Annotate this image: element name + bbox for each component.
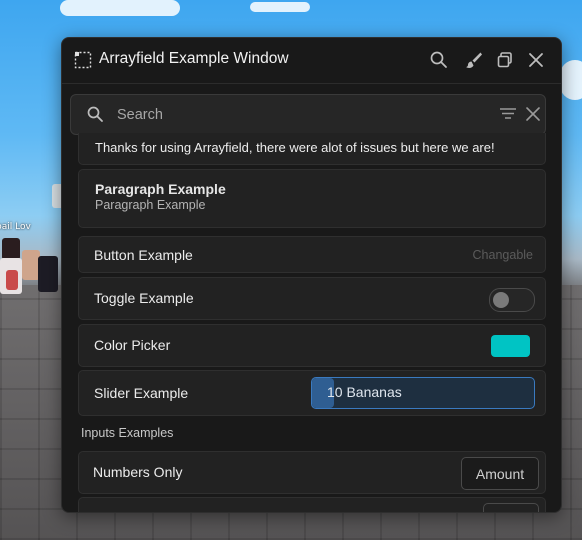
player-avatars [0,230,60,300]
color-picker-label: Color Picker [94,337,171,353]
filter-icon[interactable] [499,106,517,122]
cloud [250,2,310,12]
main-window: Arrayfield Example Window Thanks for usi… [61,37,562,513]
title-bar[interactable]: Arrayfield Example Window [62,38,561,84]
grid-icon [74,51,92,69]
button-label: Button Example [94,247,193,263]
slider-label: Slider Example [94,385,189,401]
search-icon[interactable] [429,50,449,70]
next-input-box[interactable] [483,503,539,512]
numbers-only-input: Numbers Only [78,451,546,494]
brush-icon[interactable] [464,50,484,70]
elements-list[interactable]: Thanks for using Arrayfield, there were … [62,133,561,512]
windows-icon[interactable] [495,50,515,70]
button-example[interactable]: Button Example Changable [78,236,546,273]
toggle-switch[interactable] [489,288,535,312]
numbers-only-label: Numbers Only [93,464,183,480]
search-bar [70,94,546,135]
window-title: Arrayfield Example Window [99,50,289,67]
color-picker[interactable]: Color Picker [78,324,546,367]
amount-input[interactable] [462,458,538,489]
paragraph-title: Paragraph Example [95,181,226,197]
paragraph-element: Paragraph Example Paragraph Example [78,169,546,228]
paragraph-body: Paragraph Example [95,198,206,212]
search-input[interactable] [115,103,489,127]
toggle-label: Toggle Example [94,290,194,306]
button-hint: Changable [472,248,533,262]
slider-example[interactable]: Slider Example 10 Bananas [78,370,546,416]
label-element: Thanks for using Arrayfield, there were … [78,133,546,165]
toggle-knob [493,292,509,308]
section-title: Inputs Examples [81,426,174,440]
amount-input-box[interactable] [461,457,539,490]
cloud [60,0,180,16]
label-text: Thanks for using Arrayfield, there were … [95,140,495,155]
slider-value: 10 Bananas [327,384,402,400]
toggle-example[interactable]: Toggle Example [78,277,546,320]
cloud [560,60,582,100]
next-input-element [78,497,546,512]
search-icon [86,105,104,123]
close-icon[interactable] [526,50,546,70]
clear-search-icon[interactable] [525,106,541,122]
color-swatch[interactable] [491,335,530,357]
slider-track[interactable]: 10 Bananas [311,377,535,409]
